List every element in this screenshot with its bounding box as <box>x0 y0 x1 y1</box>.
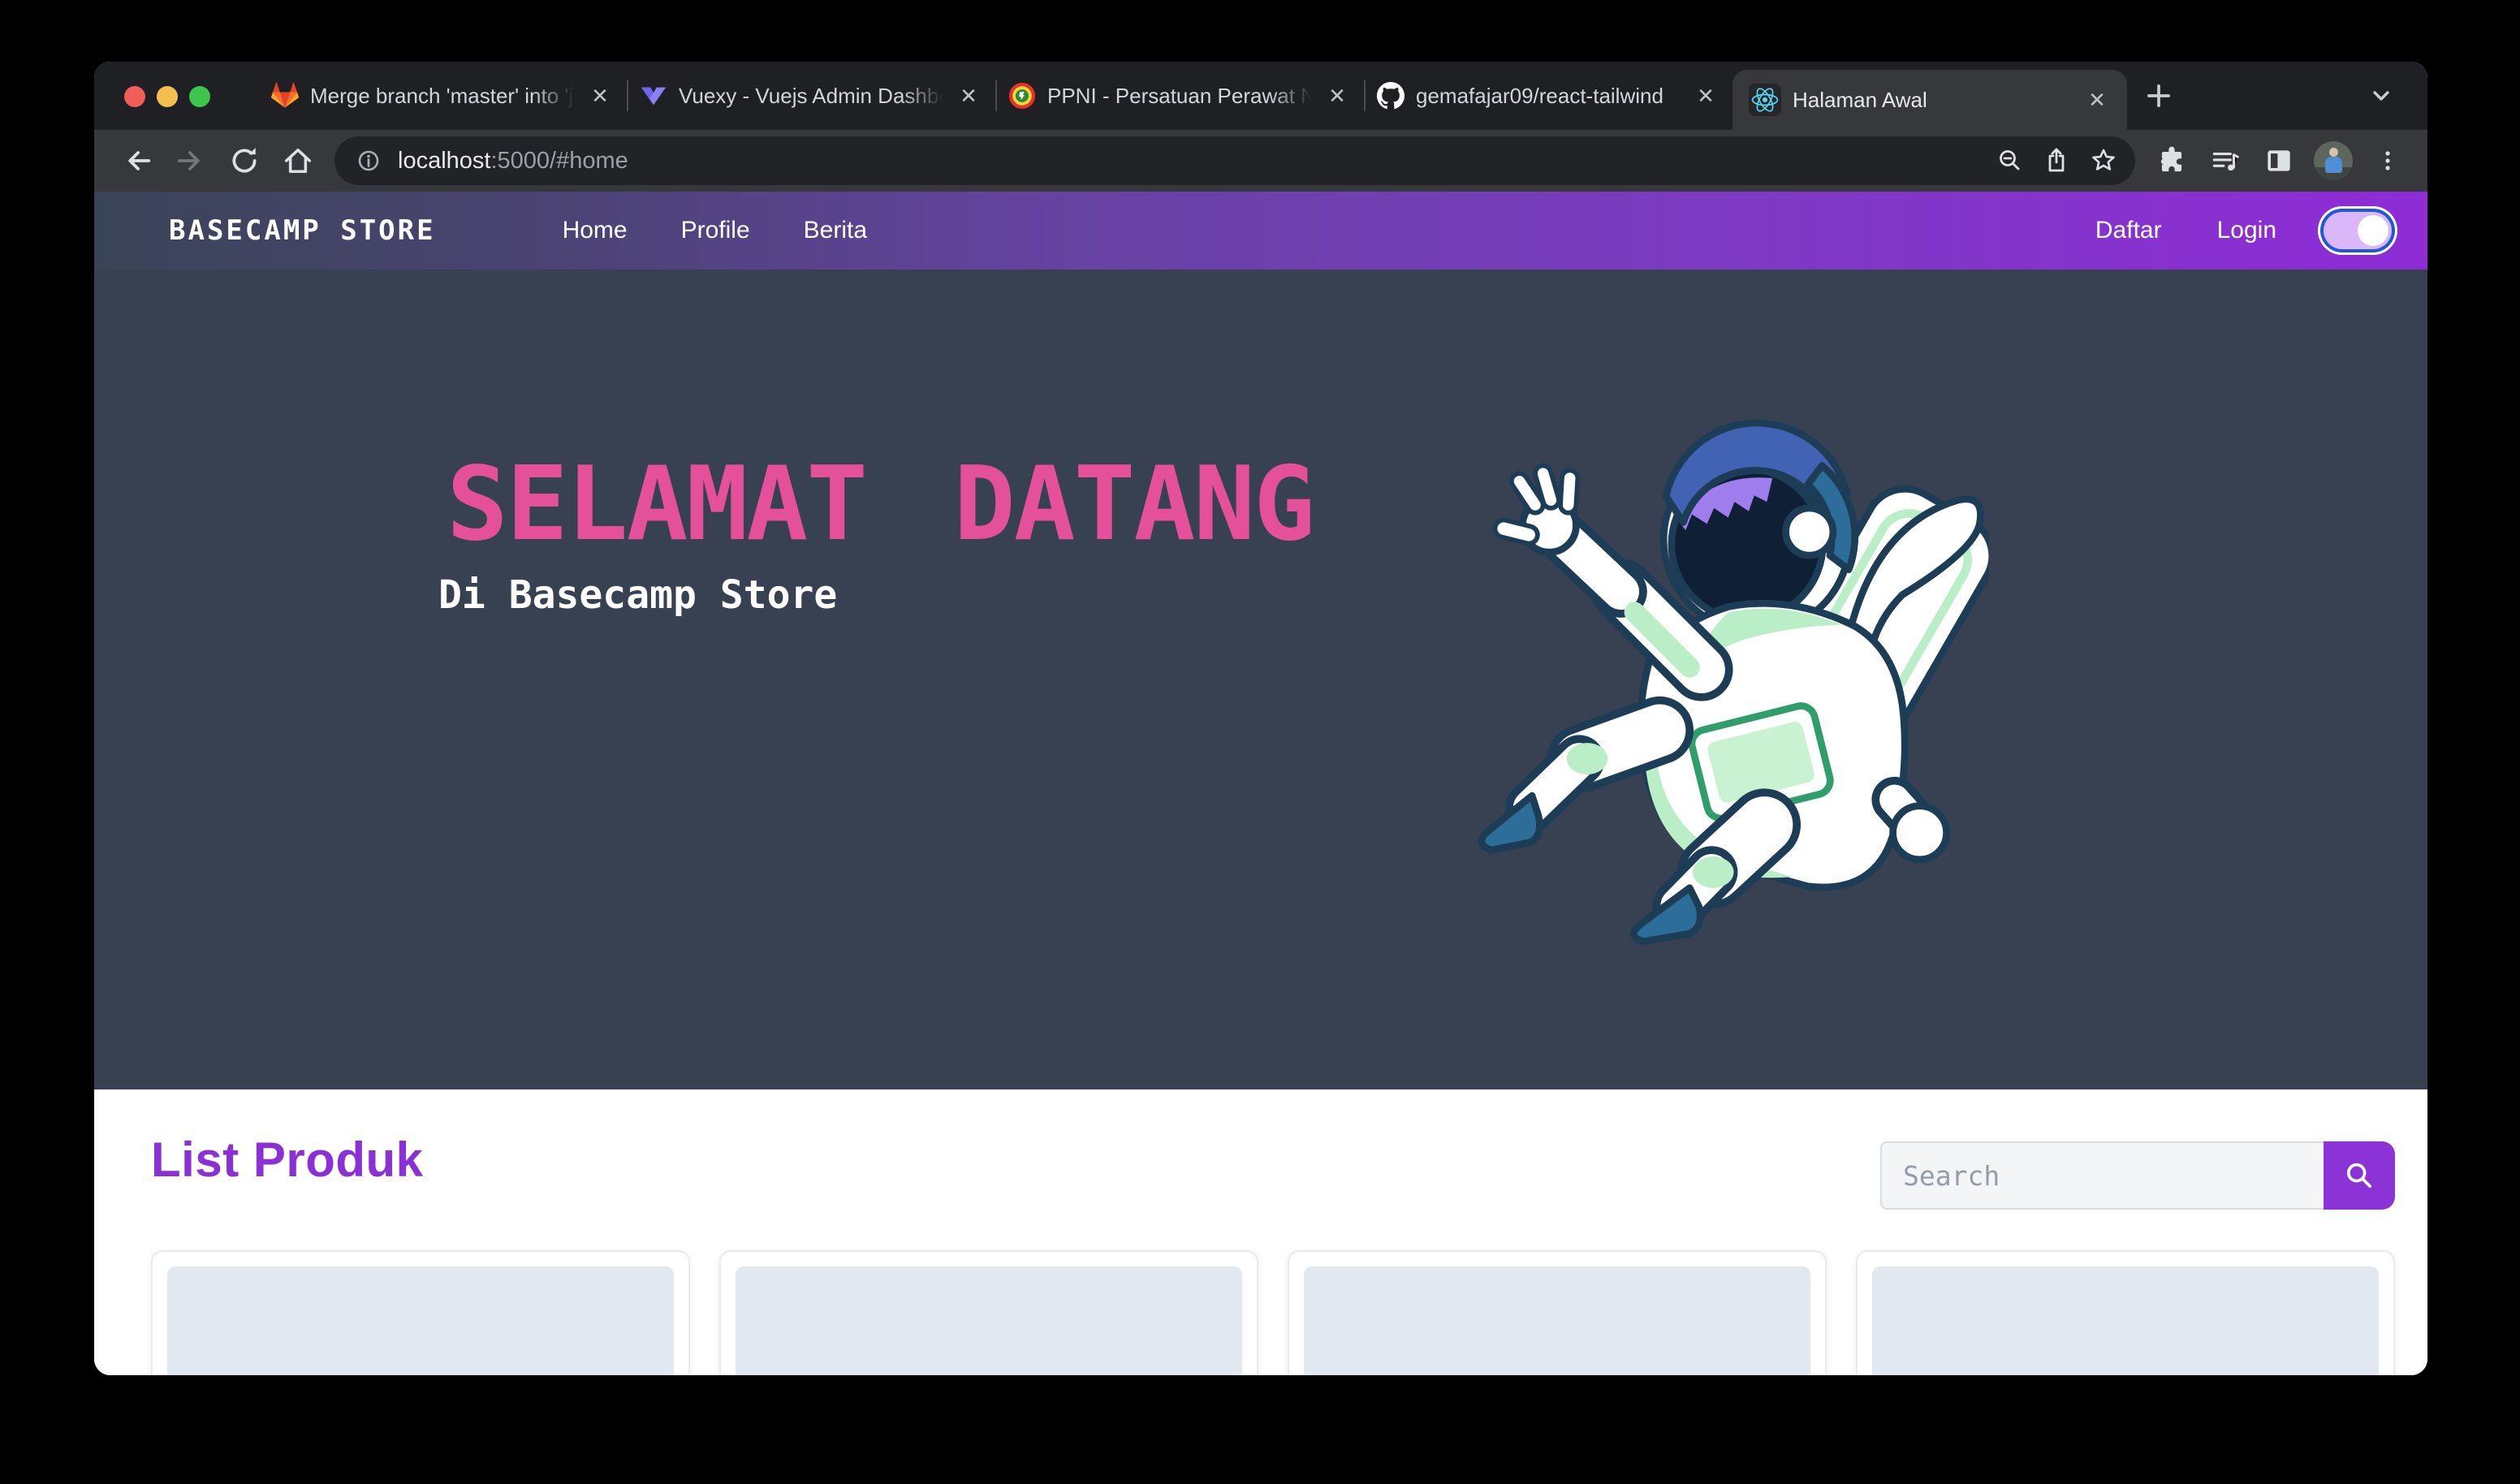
tab-close-icon[interactable]: ✕ <box>586 82 614 110</box>
site-navbar: BASECAMP STORE Home Profile Berita Dafta… <box>94 192 2427 270</box>
search-bar <box>1880 1141 2395 1210</box>
brand-logo[interactable]: BASECAMP STORE <box>169 214 436 247</box>
astronaut-illustration <box>1453 382 1989 950</box>
window-minimize-button[interactable] <box>157 86 178 107</box>
bookmark-star-icon[interactable] <box>2080 137 2127 184</box>
nav-actions: Daftar Login <box>2095 217 2276 244</box>
vuexy-icon <box>640 82 667 110</box>
nav-link-profile[interactable]: Profile <box>681 217 750 244</box>
nav-link-login[interactable]: Login <box>2217 217 2276 244</box>
tab-close-icon[interactable]: ✕ <box>1323 82 1351 110</box>
tab-strip: Merge branch 'master' into 'jiha ✕ Vuexy… <box>94 62 2427 130</box>
playlist-music-icon[interactable] <box>2200 136 2250 186</box>
zoom-out-icon[interactable] <box>1986 137 2033 184</box>
home-button[interactable] <box>273 136 323 186</box>
tab-close-icon[interactable]: ✕ <box>955 82 982 110</box>
toggle-knob <box>2358 215 2388 246</box>
side-panel-icon[interactable] <box>2254 136 2304 186</box>
address-bar[interactable]: localhost:5000/#home <box>334 136 2135 185</box>
window-close-button[interactable] <box>124 86 145 107</box>
github-icon <box>1377 82 1405 110</box>
product-card[interactable] <box>719 1250 1258 1375</box>
tab-title: PPNI - Persatuan Perawat Nasio <box>1047 84 1312 109</box>
product-image-placeholder <box>167 1266 674 1375</box>
tab-ppni[interactable]: PPNI - Persatuan Perawat Nasio ✕ <box>997 62 1364 130</box>
url-host: localhost <box>398 148 490 174</box>
hero-title: SELAMAT DATANG <box>447 448 1314 561</box>
tab-search-chevron-icon[interactable] <box>2353 62 2410 130</box>
traffic-lights <box>124 86 210 107</box>
hero-subtitle: Di Basecamp Store <box>438 572 1314 618</box>
search-icon <box>2341 1158 2377 1193</box>
share-icon[interactable] <box>2033 137 2080 184</box>
web-page: BASECAMP STORE Home Profile Berita Dafta… <box>94 192 2427 1375</box>
avatar-person <box>2329 148 2338 157</box>
extensions-puzzle-icon[interactable] <box>2147 136 2197 186</box>
react-icon <box>1749 84 1781 116</box>
tab-github[interactable]: gemafajar09/react-tailwind ✕ <box>1366 62 1732 130</box>
nav-link-berita[interactable]: Berita <box>804 217 867 244</box>
tab-title: gemafajar09/react-tailwind <box>1416 84 1681 109</box>
browser-toolbar: localhost:5000/#home <box>94 130 2427 192</box>
theme-toggle-switch[interactable] <box>2324 212 2392 249</box>
tab-list: Merge branch 'master' into 'jiha ✕ Vuexy… <box>260 62 2427 130</box>
product-image-placeholder <box>1872 1266 2379 1375</box>
product-card[interactable] <box>1856 1250 2395 1375</box>
ppni-icon <box>1008 82 1036 110</box>
nav-links: Home Profile Berita <box>563 217 867 244</box>
url-path: :5000/#home <box>490 148 628 174</box>
product-card-list <box>151 1250 2395 1375</box>
hero-section: SELAMAT DATANG Di Basecamp Store <box>94 270 2427 1089</box>
product-card[interactable] <box>151 1250 690 1375</box>
search-input[interactable] <box>1880 1141 2324 1210</box>
product-image-placeholder <box>736 1266 1242 1375</box>
tab-title: Merge branch 'master' into 'jiha <box>310 84 575 109</box>
new-tab-button[interactable] <box>2127 62 2190 130</box>
back-button[interactable] <box>112 136 162 186</box>
products-heading: List Produk <box>151 1132 424 1188</box>
tab-title: Vuexy - Vuejs Admin Dashboard <box>679 84 943 109</box>
profile-avatar[interactable] <box>2314 141 2353 180</box>
browser-menu-dots-icon[interactable] <box>2362 136 2413 186</box>
reload-button[interactable] <box>219 136 270 186</box>
tab-gitlab-merge[interactable]: Merge branch 'master' into 'jiha ✕ <box>260 62 627 130</box>
tab-vuexy[interactable]: Vuexy - Vuejs Admin Dashboard ✕ <box>628 62 995 130</box>
product-image-placeholder <box>1304 1266 1810 1375</box>
forward-button[interactable] <box>166 136 216 186</box>
tab-halaman-awal-active[interactable]: Halaman Awal ✕ <box>1732 70 2127 130</box>
browser-window: Merge branch 'master' into 'jiha ✕ Vuexy… <box>94 62 2427 1375</box>
tab-title: Halaman Awal <box>1793 88 2072 113</box>
gitlab-icon <box>271 82 299 110</box>
avatar-shirt <box>2325 157 2342 173</box>
nav-link-daftar[interactable]: Daftar <box>2095 217 2162 244</box>
products-section: List Produk <box>94 1089 2427 1375</box>
url-text[interactable]: localhost:5000/#home <box>398 148 1986 175</box>
site-info-icon[interactable] <box>352 145 385 177</box>
search-button[interactable] <box>2324 1141 2395 1210</box>
nav-link-home[interactable]: Home <box>563 217 628 244</box>
product-card[interactable] <box>1288 1250 1827 1375</box>
window-zoom-button[interactable] <box>189 86 210 107</box>
tab-close-icon[interactable]: ✕ <box>2083 86 2111 114</box>
tab-close-icon[interactable]: ✕ <box>1692 82 1720 110</box>
hero-text-block: SELAMAT DATANG Di Basecamp Store <box>447 448 1314 618</box>
